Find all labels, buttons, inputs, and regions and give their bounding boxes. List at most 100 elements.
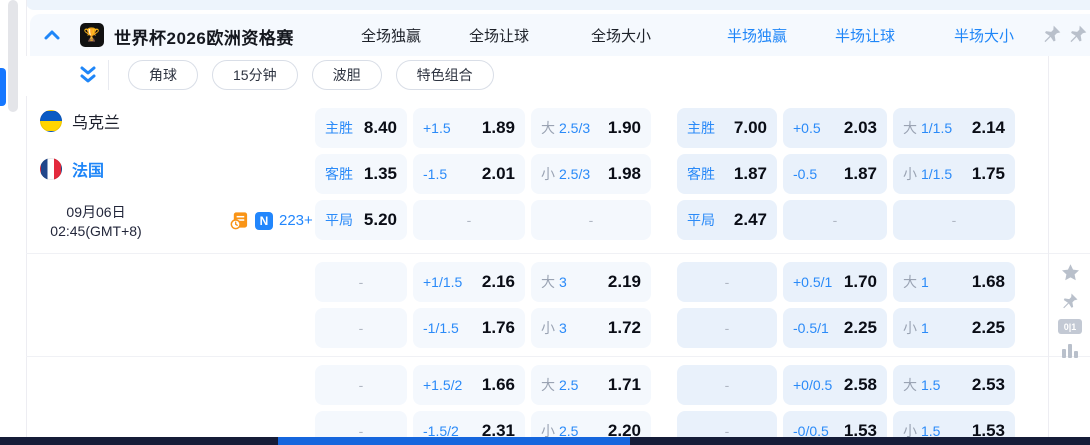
odds-value: 2.03 (844, 118, 877, 138)
league-title: 世界杯2026欧洲资格赛 (114, 24, 294, 49)
filter-pill-3[interactable]: 波胆 (312, 60, 382, 90)
odds-value: 1.87 (844, 164, 877, 184)
favorite-star-icon[interactable] (1060, 262, 1081, 283)
odds-cell-empty: - (677, 365, 777, 405)
vertical-scroll-indicator[interactable] (0, 68, 6, 106)
odds-value: 5.20 (364, 210, 397, 230)
odds-label: 大3 (541, 272, 567, 292)
odds-cell[interactable]: -1.52.01 (413, 154, 525, 194)
filter-pill-1[interactable]: 角球 (128, 60, 198, 90)
dash: - (833, 212, 838, 228)
odds-label: 平局 (687, 210, 715, 230)
market-header-5[interactable]: 半场让球 (813, 25, 917, 46)
odds-cell-empty: - (315, 365, 407, 405)
odds-label: -0.5 (793, 166, 817, 182)
odds-cell[interactable]: +1/1.52.16 (413, 262, 525, 302)
odds-cell[interactable]: 小12.25 (893, 308, 1015, 348)
away-team-name: 法国 (72, 157, 104, 181)
odds-history-icon[interactable] (230, 211, 249, 230)
odds-value: 1.89 (482, 118, 515, 138)
odds-cell[interactable]: -0.5/12.25 (783, 308, 887, 348)
odds-label: 小1/1.5 (903, 164, 952, 184)
score-badge[interactable]: 0|1 (1058, 319, 1082, 334)
odds-group-full-and-half: 主胜8.40+1.51.89大2.5/31.90主胜7.00+0.52.03大1… (315, 108, 1015, 240)
odds-cell[interactable]: +0/0.52.58 (783, 365, 887, 405)
odds-value: 1.90 (608, 118, 641, 138)
odds-label: 平局 (325, 210, 353, 230)
horizontal-scroll-thumb[interactable] (278, 437, 630, 445)
odds-cell[interactable]: 大2.5/31.90 (531, 108, 651, 148)
odds-cell[interactable]: -0.5 1.87 (783, 154, 887, 194)
bar-chart-icon[interactable] (1061, 343, 1079, 359)
odds-value: 1.75 (972, 164, 1005, 184)
odds-label: 小1 (903, 318, 929, 338)
dash: - (725, 377, 730, 393)
more-markets-count[interactable]: 223+ (279, 212, 313, 229)
odds-value: 1.72 (608, 318, 641, 338)
odds-value: 8.40 (364, 118, 397, 138)
odds-cell[interactable]: 大3 2.19 (531, 262, 651, 302)
odds-cell[interactable]: +0.52.03 (783, 108, 887, 148)
odds-cell[interactable]: +0.5/11.70 (783, 262, 887, 302)
odds-cell[interactable]: 客胜 1.87 (677, 154, 777, 194)
market-header-3[interactable]: 全场大小 (561, 25, 681, 46)
home-team-name: 乌克兰 (72, 109, 120, 133)
column-spacer (657, 108, 671, 148)
odds-cell-empty: - (677, 308, 777, 348)
column-spacer (657, 154, 671, 194)
odds-value: 2.19 (608, 272, 641, 292)
odds-value: 1.68 (972, 272, 1005, 292)
odds-group-2: -+1/1.52.16大32.19-+0.5/11.70大11.68--1/1.… (315, 262, 1015, 348)
group-divider (26, 356, 1090, 357)
odds-cell[interactable]: +1.51.89 (413, 108, 525, 148)
market-header-2[interactable]: 全场让球 (443, 25, 555, 46)
odds-value: 1.98 (608, 164, 641, 184)
odds-cell[interactable]: 主胜7.00 (677, 108, 777, 148)
pin-icon[interactable] (1042, 24, 1062, 46)
odds-value: 2.53 (972, 375, 1005, 395)
odds-label: -1/1.5 (423, 320, 459, 336)
odds-cell[interactable]: +1.5/21.66 (413, 365, 525, 405)
odds-cell[interactable]: 大1 1.68 (893, 262, 1015, 302)
odds-value: 1.66 (482, 375, 515, 395)
market-header-4[interactable]: 半场独赢 (707, 25, 807, 46)
vertical-scrollbar[interactable] (8, 0, 18, 112)
odds-cell-empty: - (315, 308, 407, 348)
odds-label: 主胜 (687, 118, 715, 138)
odds-cell[interactable]: 大1.52.53 (893, 365, 1015, 405)
match-time: 02:45(GMT+8) (28, 222, 164, 241)
odds-cell[interactable]: 平局2.47 (677, 200, 777, 240)
match-action-icons: 0|1 (1058, 262, 1082, 359)
n-badge[interactable]: N (255, 212, 273, 230)
expand-double-chevron-down-icon[interactable] (78, 64, 98, 86)
filter-pill-2[interactable]: 15分钟 (212, 60, 298, 90)
odds-cell[interactable]: -1/1.51.76 (413, 308, 525, 348)
collapse-chevron-up-icon[interactable] (42, 25, 62, 45)
odds-cell[interactable]: 大2.51.71 (531, 365, 651, 405)
odds-cell[interactable]: 小31.72 (531, 308, 651, 348)
odds-value: 1.87 (734, 164, 767, 184)
filter-pill-4[interactable]: 特色组合 (396, 60, 494, 90)
odds-label: 大1 (903, 272, 929, 292)
pin-icon[interactable] (1061, 292, 1079, 310)
odds-value: 1.35 (364, 164, 397, 184)
odds-cell[interactable]: 平局 5.20 (315, 200, 407, 240)
odds-cell[interactable]: 小2.5/31.98 (531, 154, 651, 194)
dash: - (359, 377, 364, 393)
odds-label: +1/1.5 (423, 274, 462, 290)
odds-value: 2.01 (482, 164, 515, 184)
column-spacer (657, 262, 671, 302)
column-spacer (657, 200, 671, 240)
odds-cell[interactable]: 主胜8.40 (315, 108, 407, 148)
pin-icon[interactable] (1068, 24, 1088, 46)
odds-cell[interactable]: 客胜1.35 (315, 154, 407, 194)
world-cup-trophy-icon: 🏆 (80, 23, 104, 47)
odds-label: 客胜 (687, 164, 715, 184)
odds-cell[interactable]: 大1/1.52.14 (893, 108, 1015, 148)
away-team-row: 法国 (40, 157, 104, 181)
market-header-6[interactable]: 半场大小 (923, 25, 1045, 46)
market-header-1[interactable]: 全场独赢 (345, 25, 437, 46)
betting-odds-panel: 🏆 世界杯2026欧洲资格赛 全场独赢全场让球全场大小半场独赢半场让球半场大小 … (0, 0, 1090, 445)
horizontal-scrollbar[interactable] (0, 437, 1090, 445)
odds-cell[interactable]: 小1/1.5 1.75 (893, 154, 1015, 194)
